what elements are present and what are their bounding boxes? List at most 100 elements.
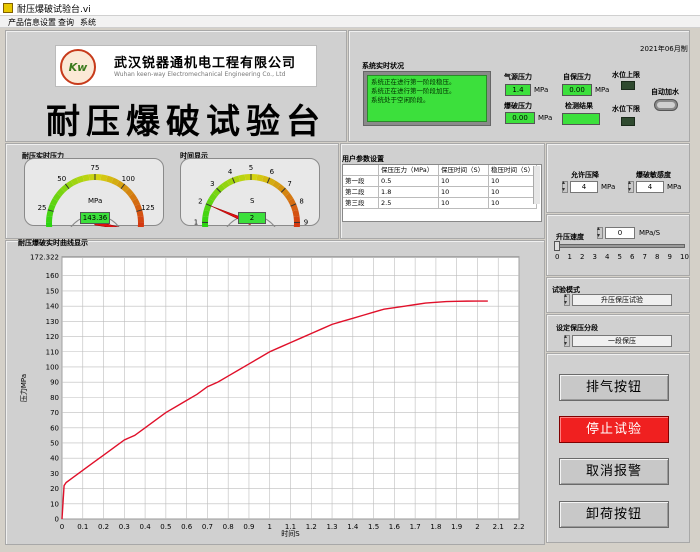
company-name-en: Wuhan keen-way Electromechanical Enginee… [114,71,286,78]
param-cell[interactable]: 2.5 [379,198,439,209]
param-cell[interactable]: 10 [439,198,489,209]
pressure-gauge-readout: 143.36 [80,212,110,224]
slider-tick-label: 7 [642,253,647,261]
window-title: 耐压爆破试验台.vi [17,5,91,15]
rise-speed-slider-thumb[interactable] [554,241,560,251]
air-pressure-indicator: 1.4 [505,84,531,96]
y-tick-label: 140 [46,303,59,311]
hold-pressure-unit: MPa [595,86,610,94]
params-label: 用户参数设置 [342,155,384,163]
test-mode-select[interactable]: 升压保压试验 [572,294,672,306]
gauge-tick-label: 8 [299,197,303,205]
water-upper-label: 水位上限 [612,71,640,79]
status-line: 系统正在进行第一阶段加压。 [371,87,456,95]
y-top-label: 172.322 [30,254,59,262]
params-header-row: 保压压力（MPa） 保压时间（S） 稳压时间（S） [343,165,537,176]
gauge-tick-label: 6 [270,168,275,176]
x-tick-label: 0.8 [223,523,234,531]
burst-sens-input[interactable]: 4 [636,181,664,193]
table-scrollbar[interactable] [533,166,540,204]
segment-select[interactable]: 一段保压 [572,335,672,347]
stop-test-button[interactable]: 停止试验 [559,416,669,443]
water-lower-label: 水位下限 [612,105,640,113]
gauge-color-band [120,183,130,193]
y-tick-label: 110 [46,348,59,356]
x-axis-label: 时间S [281,529,300,538]
param-header: 稳压时间（S） [489,165,537,176]
rise-speed-spinner[interactable] [597,225,603,239]
gauge-color-band [290,203,299,212]
slider-tick-label: 8 [655,253,660,261]
gauge-tick-label: 5 [249,164,253,172]
param-header: 保压压力（MPa） [379,165,439,176]
gauge-tick-label: 1 [194,218,198,226]
gauge-tick-label: 2 [198,197,202,205]
page-title: 耐压爆破试验台 [46,102,326,142]
x-tick-label: 2.2 [513,523,524,531]
gauge-tick-label: 125 [141,204,154,212]
rise-speed-label: 升压速度 [556,233,584,241]
param-header: 保压时间（S） [439,165,489,176]
gauge-tick-label: 100 [122,175,135,183]
x-tick-label: 0.4 [140,523,152,531]
y-axis-label: 压力MPa [19,374,28,402]
y-tick-label: 20 [50,485,59,493]
params-table: 保压压力（MPa） 保压时间（S） 稳压时间（S） 第一段 0.5 10 10 … [342,164,542,222]
gauge-color-band [208,192,218,202]
burst-sens-spinner[interactable] [628,179,634,193]
burst-pressure-unit: MPa [538,114,553,122]
slider-tick-label: 10 [680,253,689,261]
y-tick-label: 70 [50,409,59,417]
gauge-color-band [226,177,235,186]
x-tick-label: 1.5 [368,523,379,531]
gauge-color-band [267,177,276,186]
param-cell[interactable]: 10 [439,176,489,187]
x-tick-label: 0.5 [160,523,171,531]
menu-item-system[interactable]: 系统 [80,17,96,28]
param-cell[interactable]: 10 [489,176,537,187]
gauge-tick-label: 25 [38,204,47,212]
x-tick-label: 1.9 [451,523,462,531]
table-row: 第二段 1.8 10 10 [343,187,537,198]
menu-item-product-info[interactable]: 产品信息设置 [8,17,56,28]
unload-button[interactable]: 卸荷按钮 [559,501,669,528]
segment-spinner[interactable] [564,333,570,347]
param-cell[interactable]: 10 [489,198,537,209]
param-cell[interactable]: 10 [489,187,537,198]
hold-pressure-indicator: 0.00 [562,84,592,96]
test-mode-spinner[interactable] [564,292,570,306]
slider-tick-label: 6 [630,253,635,261]
allow-drop-spinner[interactable] [562,179,568,193]
status-label: 系统实时状况 [362,62,404,70]
auto-water-toggle[interactable] [654,99,678,111]
burst-sens-unit: MPa [667,183,682,191]
exhaust-button[interactable]: 排气按钮 [559,374,669,401]
gauge-tick-label: 7 [287,180,291,188]
rise-speed-input[interactable]: 0 [605,227,635,239]
gauge-color-band [232,175,240,184]
y-tick-label: 150 [46,287,59,295]
param-cell[interactable]: 1.8 [379,187,439,198]
gauge-color-band [125,188,134,197]
rise-speed-slider-track[interactable] [557,244,685,248]
param-cell[interactable]: 10 [439,187,489,198]
status-line: 系统正在进行第一阶段稳压。 [371,78,456,86]
cancel-alarm-button[interactable]: 取消报警 [559,458,669,485]
x-tick-label: 0.2 [98,523,109,531]
allow-drop-input[interactable]: 4 [570,181,598,193]
y-tick-label: 100 [46,363,59,371]
gauge-color-band [284,192,294,202]
gauge-tick-label: 75 [91,164,100,172]
status-message-box: 系统正在进行第一阶段稳压。 系统正在进行第一阶段加压。 系统处于空闲阶段。 [363,71,491,126]
x-tick-label: 0.1 [77,523,88,531]
gauge-color-band [292,209,300,217]
water-lower-led [621,117,635,126]
menu-item-query[interactable]: 查询 [58,17,74,28]
gauge-tick-label: 50 [57,175,66,183]
slider-tick-label: 5 [617,253,622,261]
gauge-color-band [256,174,264,182]
param-cell[interactable]: 0.5 [379,176,439,187]
gauge-color-band [134,203,143,212]
pressure-gauge-unit: MPa [88,197,103,205]
y-tick-label: 50 [50,439,59,447]
